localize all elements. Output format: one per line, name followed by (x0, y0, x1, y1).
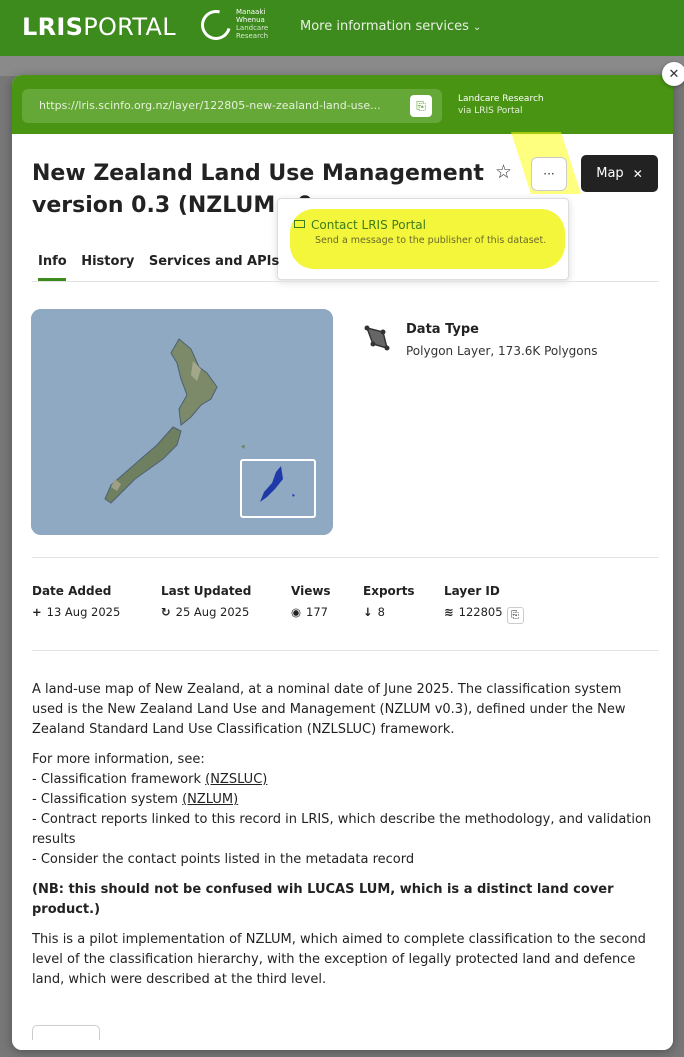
stat-label: Exports (363, 584, 415, 598)
nzsluc-link[interactable]: (NZSLUC) (205, 772, 267, 787)
stats-divider (32, 650, 659, 651)
tab-services-and-apis[interactable]: Services and APIs (149, 254, 279, 269)
nzlum-link[interactable]: (NZLUM) (182, 792, 238, 807)
close-modal-button[interactable]: ✕ (662, 62, 684, 86)
history-icon: ↻ (161, 605, 171, 619)
section-divider (32, 557, 659, 558)
layer-description: A land-use map of New Zealand, at a nomi… (32, 680, 652, 1000)
more-information-services-menu[interactable]: More information services ⌄ (300, 19, 481, 34)
list-item: - Contract reports linked to this record… (32, 812, 652, 847)
list-item-prefix: - Classification system (32, 792, 183, 807)
manaaki-whenua-logo-text: Manaaki Whenua Landcare Research (236, 8, 269, 40)
data-type-value: Polygon Layer, 173.6K Polygons (406, 344, 598, 358)
polygon-icon (364, 325, 390, 351)
stat-value: 177 (306, 605, 328, 619)
layer-tabs: Info History Services and APIs (38, 254, 289, 269)
modal-header: https://lris.scinfo.org.nz/layer/122805-… (12, 75, 673, 134)
layer-map-thumbnail[interactable] (31, 309, 333, 535)
menu-item-subtitle: Send a message to the publisher of this … (315, 235, 547, 246)
data-type-label: Data Type (406, 322, 479, 337)
menu-item-title: Contact LRIS Portal (311, 218, 426, 232)
stat-value: 25 Aug 2025 (175, 605, 250, 619)
tab-info[interactable]: Info (38, 254, 67, 269)
layer-details-modal: https://lris.scinfo.org.nz/layer/122805-… (12, 75, 673, 1050)
star-icon[interactable]: ☆ (495, 161, 512, 183)
stat-exports: Exports ↓ 8 (363, 584, 415, 619)
stat-value: 8 (377, 605, 385, 619)
close-icon: ✕ (668, 66, 680, 82)
map-button[interactable]: Map ✕ (581, 155, 658, 192)
list-item-prefix: - Classification framework (32, 772, 206, 787)
close-icon: ✕ (632, 166, 643, 181)
copy-url-button[interactable]: ⎘ (410, 95, 432, 117)
layer-url-text: https://lris.scinfo.org.nz/layer/122805-… (39, 99, 381, 112)
tab-history[interactable]: History (81, 254, 134, 269)
list-item: - Consider the contact points listed in … (32, 852, 415, 867)
stat-last-updated: Last Updated ↻ 25 Aug 2025 (161, 584, 251, 619)
plus-icon: + (32, 605, 42, 619)
stat-value: 13 Aug 2025 (46, 605, 121, 619)
copy-layer-id-button[interactable]: ⎘ (506, 607, 524, 624)
stat-label: Views (291, 584, 331, 598)
manaaki-whenua-logo-icon (195, 4, 237, 46)
description-note: (NB: this should not be confused wih LUC… (32, 882, 614, 917)
map-inset-frame (240, 459, 316, 518)
contact-lris-portal-menu-item[interactable]: Contact LRIS Portal Send a message to th… (294, 218, 546, 246)
publisher-name: Landcare Research (458, 94, 544, 104)
layer-url-field[interactable]: https://lris.scinfo.org.nz/layer/122805-… (22, 89, 442, 123)
layers-icon: ≋ (444, 605, 454, 619)
arrow-down-icon: ↓ (363, 605, 373, 619)
lris-portal-logo[interactable]: LRISPORTAL (22, 13, 176, 41)
stat-label: Date Added (32, 584, 112, 598)
tabs-divider (32, 281, 659, 282)
mail-icon (294, 220, 305, 228)
eye-icon: ◉ (291, 605, 302, 619)
stat-views: Views ◉ 177 (291, 584, 331, 619)
more-info-intro: For more information, see: (32, 752, 205, 767)
modal-bottom-edge (12, 1040, 673, 1050)
stat-label: Layer ID (444, 584, 500, 598)
backdrop-strip (0, 56, 684, 76)
more-info-list: For more information, see: - Classificat… (32, 750, 652, 870)
stat-layer-id: Layer ID ≋ 122805 ⎘ (444, 584, 524, 624)
site-header: LRISPORTAL Manaaki Whenua Landcare Resea… (0, 0, 684, 56)
stat-date-added: Date Added +13 Aug 2025 (32, 584, 120, 619)
description-paragraph: A land-use map of New Zealand, at a nomi… (32, 682, 626, 737)
more-options-menu: Contact LRIS Portal Send a message to th… (277, 198, 569, 280)
description-paragraph: This is a pilot implementation of NZLUM,… (32, 932, 646, 987)
map-button-label: Map (596, 166, 624, 181)
publisher-info: Landcare Research via LRIS Portal (458, 93, 544, 117)
clipboard-icon: ⎘ (416, 98, 426, 113)
stat-label: Last Updated (161, 584, 252, 598)
chevron-down-icon: ⌄ (472, 22, 482, 33)
stat-value: 122805 (458, 605, 503, 619)
publisher-via: via LRIS Portal (458, 106, 523, 116)
more-options-button[interactable]: ··· (531, 157, 567, 191)
